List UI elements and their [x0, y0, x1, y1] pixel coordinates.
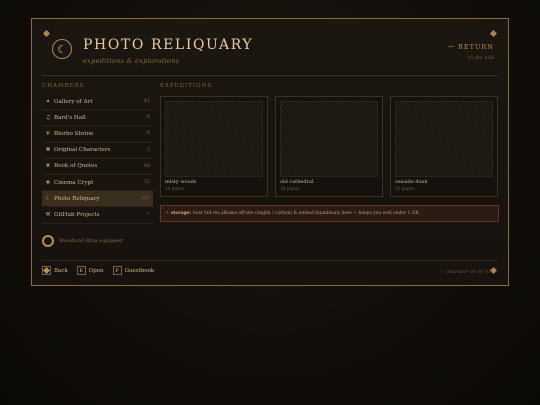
chambers-heading: CHAMBERS [42, 83, 85, 89]
keybind-bar: Q Back E Open F Guestbook [42, 266, 154, 275]
diamond-icon: ❖ [45, 179, 51, 186]
hammer-pick-icon: ⚒ [45, 211, 51, 218]
moon-icon: ☾ [45, 195, 51, 202]
warning-icon: ⚠ [165, 211, 169, 216]
keycap: F [112, 266, 122, 275]
expedition-name: misty woods [165, 179, 197, 185]
keycap: E [76, 266, 86, 275]
page-subtitle: expeditions & explorations [83, 57, 180, 65]
chamber-count: 120 [140, 196, 150, 202]
expedition-name: seaside dusk [395, 179, 428, 185]
moon-emblem-icon: ☾ [52, 39, 72, 59]
expedition-count: 24 plates [165, 186, 185, 191]
corner-ornament-top-left [42, 29, 51, 38]
chamber-label: GitHub Projects [54, 211, 100, 218]
chamber-item-original-characters[interactable]: ✾ Original Characters 5 [42, 143, 153, 159]
storage-label: storage: [170, 211, 192, 216]
album-thumbnail [165, 101, 263, 177]
expedition-name: old cathedral [280, 179, 314, 185]
guestbook-key[interactable]: F Guestbook [112, 266, 155, 275]
ring-icon [42, 235, 54, 247]
expedition-card[interactable]: seaside dusk 31 plates [390, 96, 498, 197]
chamber-label: Blorbo Shrine [54, 130, 94, 137]
chamber-item-book-of-quotes[interactable]: ❦ Book of Quotes 88 [42, 159, 153, 175]
storage-text: host full-res albums off-site (imgbb / c… [193, 211, 420, 216]
album-thumbnail [395, 101, 493, 177]
chamber-position: ◌ chamber vii of vii ◌ [440, 269, 496, 275]
key-label: Back [54, 267, 68, 274]
chamber-item-github-projects[interactable]: ⚒ GitHub Projects ↗ [42, 207, 153, 224]
chamber-label: Book of Quotes [54, 163, 98, 170]
chamber-count: 88 [143, 163, 150, 169]
return-hint: to the hub [467, 55, 494, 61]
corner-ornament-top-right [489, 29, 498, 38]
equipped-ring: Woodland Ring equipped [42, 235, 123, 247]
back-key[interactable]: Q Back [42, 266, 68, 275]
expedition-count: 31 plates [395, 186, 415, 191]
chamber-label: Gallery of Art [54, 98, 93, 105]
external-link-icon: ↗ [145, 212, 150, 218]
chamber-list: ✦ Gallery of Art 42 ♫ Bard's Hall 6 ♆ Blorb… [42, 94, 153, 224]
chamber-count: 5 [146, 147, 150, 153]
key-label: Guestbook [124, 267, 155, 274]
key-label: Open [88, 267, 104, 274]
storage-notice: ⚠ storage: host full-res albums off-site… [160, 205, 499, 222]
expedition-card[interactable]: misty woods 24 plates [160, 96, 268, 197]
chamber-item-blorbo-shrine[interactable]: ♆ Blorbo Shrine 6 [42, 126, 153, 143]
chamber-count: 31 [143, 180, 150, 186]
chamber-item-cinema-crypt[interactable]: ❖ Cinema Crypt 31 [42, 175, 153, 192]
page-title: PHOTO RELIQUARY [83, 37, 254, 53]
chamber-item-bards-hall[interactable]: ♫ Bard's Hall 6 [42, 110, 153, 127]
chamber-count: 6 [146, 115, 150, 121]
music-note-icon: ♫ [45, 114, 51, 121]
trident-icon: ♆ [45, 130, 51, 137]
footer-divider [42, 260, 498, 261]
chamber-label: Photo Reliquary [54, 195, 100, 202]
keycap: Q [42, 266, 51, 275]
flower-icon: ✾ [45, 147, 51, 154]
chamber-label: Bard's Hall [54, 114, 86, 121]
sparkle-icon: ✦ [45, 98, 51, 105]
chamber-item-gallery-of-art[interactable]: ✦ Gallery of Art 42 [42, 94, 153, 111]
expedition-card[interactable]: old cathedral 18 plates [275, 96, 383, 197]
chamber-count: 42 [143, 99, 150, 105]
ring-status: Woodland Ring equipped [59, 238, 123, 244]
expedition-grid: misty woods 24 plates old cathedral 18 p… [160, 96, 499, 197]
expeditions-heading: EXPEDITIONS [160, 83, 213, 89]
expedition-count: 18 plates [280, 186, 300, 191]
header-divider [42, 75, 498, 76]
chamber-item-photo-reliquary[interactable]: ☾ Photo Reliquary 120 [42, 191, 153, 208]
floral-heart-icon: ❦ [45, 163, 51, 170]
chamber-label: Original Characters [54, 147, 111, 154]
album-thumbnail [280, 101, 378, 177]
chamber-label: Cinema Crypt [54, 179, 94, 186]
open-key[interactable]: E Open [76, 266, 104, 275]
return-button[interactable]: ↩ RETURN [448, 43, 494, 51]
reliquary-panel: ☾ PHOTO RELIQUARY expeditions & explorat… [31, 18, 509, 286]
chamber-count: 6 [146, 131, 150, 137]
